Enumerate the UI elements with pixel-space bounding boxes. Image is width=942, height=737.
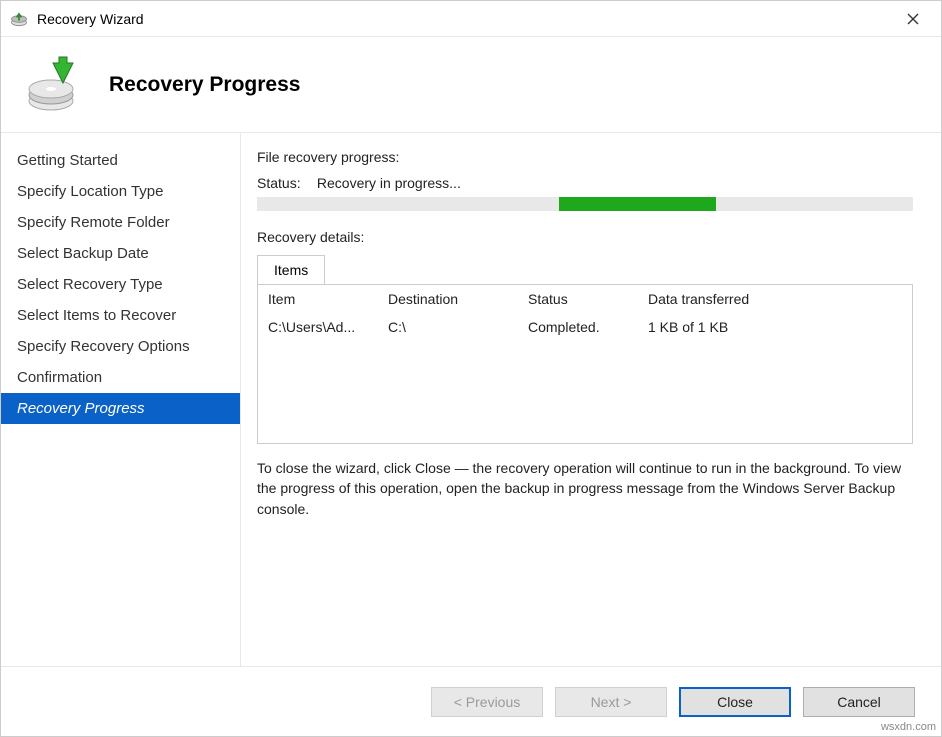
sidebar-item-specify-recovery-options[interactable]: Specify Recovery Options — [1, 331, 240, 362]
sidebar-item-getting-started[interactable]: Getting Started — [1, 145, 240, 176]
table-row[interactable]: C:\Users\Ad... C:\ Completed. 1 KB of 1 … — [258, 313, 912, 341]
cancel-button[interactable]: Cancel — [803, 687, 915, 717]
sidebar-item-select-items-to-recover[interactable]: Select Items to Recover — [1, 300, 240, 331]
wizard-window: Recovery Wizard Recovery Progress Gettin… — [0, 0, 942, 737]
col-header-destination[interactable]: Destination — [388, 291, 528, 307]
status-row: Status: Recovery in progress... — [257, 175, 913, 191]
next-button: Next > — [555, 687, 667, 717]
close-icon[interactable] — [893, 1, 933, 36]
status-value: Recovery in progress... — [317, 175, 461, 191]
grid-header: Item Destination Status Data transferred — [258, 285, 912, 313]
col-header-data-transferred[interactable]: Data transferred — [648, 291, 902, 307]
status-key: Status: — [257, 175, 313, 191]
tab-items[interactable]: Items — [257, 255, 325, 284]
progress-bar-track — [257, 197, 913, 211]
sidebar-item-select-recovery-type[interactable]: Select Recovery Type — [1, 269, 240, 300]
footer: < Previous Next > Close Cancel — [1, 666, 941, 736]
close-button[interactable]: Close — [679, 687, 791, 717]
col-header-item[interactable]: Item — [268, 291, 388, 307]
progress-label: File recovery progress: — [257, 149, 913, 165]
cell-destination: C:\ — [388, 319, 528, 335]
wizard-body: Getting Started Specify Location Type Sp… — [1, 132, 941, 666]
previous-button: < Previous — [431, 687, 543, 717]
watermark: wsxdn.com — [881, 721, 936, 733]
window-title: Recovery Wizard — [37, 11, 893, 27]
cell-data-transferred: 1 KB of 1 KB — [648, 319, 902, 335]
sidebar: Getting Started Specify Location Type Sp… — [1, 133, 241, 666]
page-title: Recovery Progress — [109, 73, 300, 97]
sidebar-item-specify-remote-folder[interactable]: Specify Remote Folder — [1, 207, 240, 238]
sidebar-item-select-backup-date[interactable]: Select Backup Date — [1, 238, 240, 269]
app-icon — [9, 9, 29, 29]
progress-bar-fill — [559, 197, 716, 211]
tab-strip: Items — [257, 255, 913, 284]
header: Recovery Progress — [1, 37, 941, 132]
col-header-status[interactable]: Status — [528, 291, 648, 307]
cell-item: C:\Users\Ad... — [268, 319, 388, 335]
cell-status: Completed. — [528, 319, 648, 335]
titlebar: Recovery Wizard — [1, 1, 941, 37]
details-grid: Item Destination Status Data transferred… — [257, 284, 913, 444]
details-label: Recovery details: — [257, 229, 913, 245]
sidebar-item-specify-location-type[interactable]: Specify Location Type — [1, 176, 240, 207]
recovery-icon — [23, 55, 83, 115]
content-area: File recovery progress: Status: Recovery… — [241, 133, 941, 666]
sidebar-item-confirmation[interactable]: Confirmation — [1, 362, 240, 393]
sidebar-item-recovery-progress[interactable]: Recovery Progress — [1, 393, 240, 424]
help-text: To close the wizard, click Close — the r… — [257, 458, 913, 519]
